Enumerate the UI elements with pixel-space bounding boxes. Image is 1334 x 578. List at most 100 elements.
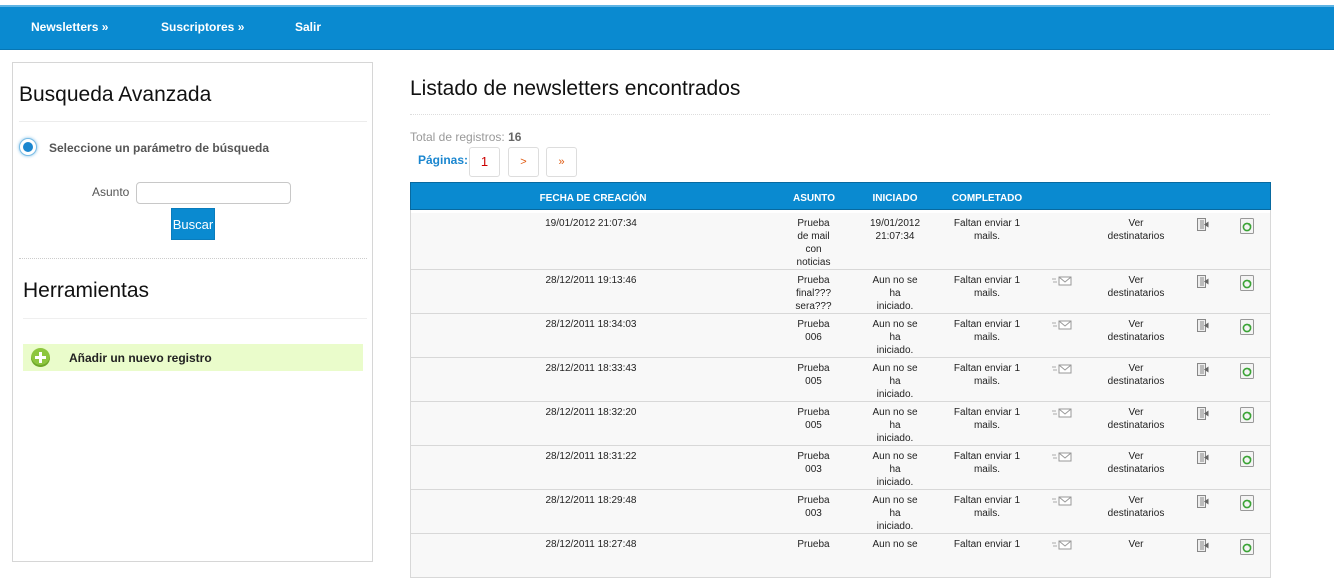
cell-asunto: Prueba 003 bbox=[786, 494, 841, 520]
sidebar: Busqueda Avanzada Seleccione un parámetr… bbox=[12, 62, 373, 562]
add-record-label: Añadir un nuevo registro bbox=[69, 351, 212, 365]
cell-iniciado-line: Aun no se bbox=[872, 319, 918, 330]
edit-exit-icon[interactable] bbox=[1197, 319, 1209, 332]
tools-title: Herramientas bbox=[23, 279, 150, 302]
cell-completado-line: mails. bbox=[973, 420, 1001, 431]
search-param-label: Seleccione un parámetro de búsqueda bbox=[49, 141, 270, 155]
cell-iniciado-line: iniciado. bbox=[876, 521, 914, 532]
mail-send-icon[interactable] bbox=[1051, 496, 1075, 508]
recycle-bin-icon[interactable] bbox=[1240, 495, 1254, 511]
ver-destinatarios-link-line: destinatarios bbox=[1107, 231, 1165, 242]
radio-selected-icon[interactable] bbox=[19, 138, 37, 156]
cell-completado-line: mails. bbox=[973, 508, 1001, 519]
table-body: 19/01/2012 21:07:34 Prueba de mail con notic… bbox=[410, 213, 1271, 578]
nav-suscriptores[interactable]: Suscriptores » bbox=[161, 20, 244, 34]
cell-asunto-line: Prueba bbox=[797, 363, 830, 374]
cell-asunto-line: 003 bbox=[805, 464, 822, 475]
cell-iniciado-line: iniciado. bbox=[876, 389, 914, 400]
cell-asunto-line: Prueba bbox=[797, 275, 830, 286]
nav-salir[interactable]: Salir bbox=[295, 20, 321, 34]
asunto-label: Asunto bbox=[92, 185, 130, 199]
cell-iniciado-line: Aun no se bbox=[872, 495, 918, 506]
cell-iniciado-line: iniciado. bbox=[876, 477, 914, 488]
cell-completado: Faltan enviar 1 mails. bbox=[946, 494, 1028, 520]
top-navbar: Newsletters » Suscriptores » Salir bbox=[0, 5, 1334, 50]
header-completado[interactable]: COMPLETADO bbox=[952, 193, 1022, 204]
mail-send-icon[interactable] bbox=[1051, 408, 1075, 420]
ver-destinatarios-link[interactable]: Ver destinatarios bbox=[1091, 406, 1181, 432]
page-next-button[interactable]: > bbox=[508, 147, 539, 177]
cell-fecha: 28/12/2011 18:33:43 bbox=[545, 363, 637, 374]
cell-completado-line: Faltan enviar 1 bbox=[953, 275, 1021, 286]
cell-iniciado-line: Aun no se bbox=[872, 451, 918, 462]
ver-destinatarios-link-line: Ver bbox=[1128, 407, 1144, 418]
edit-exit-icon[interactable] bbox=[1197, 275, 1209, 288]
cell-asunto: Prueba 005 bbox=[786, 406, 841, 432]
asunto-input[interactable] bbox=[136, 182, 291, 204]
header-iniciado[interactable]: INICIADO bbox=[873, 193, 918, 204]
recycle-bin-icon[interactable] bbox=[1240, 363, 1254, 379]
cell-iniciado: Aun no se ha iniciado. bbox=[863, 406, 927, 445]
ver-destinatarios-link[interactable]: Ver destinatarios bbox=[1091, 217, 1181, 243]
edit-exit-icon[interactable] bbox=[1197, 218, 1209, 231]
cell-asunto-line: noticias bbox=[796, 257, 831, 268]
table-row: 28/12/2011 18:29:48 Prueba 003 Aun no se ha i… bbox=[410, 490, 1271, 534]
mail-send-icon[interactable] bbox=[1051, 276, 1075, 288]
cell-completado-line: Faltan enviar 1 bbox=[953, 363, 1021, 374]
cell-completado-line: Faltan enviar 1 bbox=[953, 218, 1021, 229]
cell-asunto-line: Prueba bbox=[797, 407, 830, 418]
recycle-bin-icon[interactable] bbox=[1240, 218, 1254, 234]
recycle-bin-icon[interactable] bbox=[1240, 539, 1254, 555]
recycle-bin-icon[interactable] bbox=[1240, 451, 1254, 467]
mail-send-icon[interactable] bbox=[1051, 320, 1075, 332]
cell-fecha: 28/12/2011 18:31:22 bbox=[545, 451, 637, 462]
cell-iniciado: Aun no se ha iniciado. bbox=[863, 362, 927, 401]
table-row: 28/12/2011 19:13:46 Prueba final??? sera???… bbox=[410, 270, 1271, 314]
add-record-button[interactable]: Añadir un nuevo registro bbox=[23, 344, 363, 371]
ver-destinatarios-link[interactable]: Ver destinatarios bbox=[1091, 274, 1181, 300]
cell-completado-line: mails. bbox=[973, 464, 1001, 475]
mail-send-icon[interactable] bbox=[1051, 364, 1075, 376]
cell-iniciado-line: ha bbox=[889, 464, 901, 475]
edit-exit-icon[interactable] bbox=[1197, 539, 1209, 552]
cell-fecha: 28/12/2011 19:13:46 bbox=[545, 275, 637, 286]
ver-destinatarios-link[interactable]: Ver destinatarios bbox=[1091, 318, 1181, 344]
recycle-bin-icon[interactable] bbox=[1240, 319, 1254, 335]
ver-destinatarios-link-line: Ver bbox=[1128, 495, 1144, 506]
mail-send-icon[interactable] bbox=[1051, 452, 1075, 464]
cell-iniciado-line: 21:07:34 bbox=[875, 231, 915, 242]
header-asunto[interactable]: ASUNTO bbox=[793, 193, 835, 204]
ver-destinatarios-link[interactable]: Ver destinatarios bbox=[1091, 362, 1181, 388]
ver-destinatarios-link-line: destinatarios bbox=[1107, 420, 1165, 431]
cell-asunto-line: Prueba bbox=[797, 451, 830, 462]
table-header: FECHA DE CREACIÓN ASUNTO INICIADO COMPLE… bbox=[410, 182, 1271, 210]
edit-exit-icon[interactable] bbox=[1197, 407, 1209, 420]
page-1-button[interactable]: 1 bbox=[469, 147, 500, 177]
edit-exit-icon[interactable] bbox=[1197, 495, 1209, 508]
cell-iniciado: Aun no se ha iniciado. bbox=[863, 318, 927, 357]
ver-destinatarios-link-line: destinatarios bbox=[1107, 376, 1165, 387]
recycle-bin-icon[interactable] bbox=[1240, 275, 1254, 291]
nav-newsletters[interactable]: Newsletters » bbox=[31, 20, 108, 34]
page-last-button[interactable]: » bbox=[546, 147, 577, 177]
edit-exit-icon[interactable] bbox=[1197, 451, 1209, 464]
cell-iniciado-line: 19/01/2012 bbox=[869, 218, 921, 229]
header-fecha[interactable]: FECHA DE CREACIÓN bbox=[540, 193, 647, 204]
cell-completado: Faltan enviar 1 mails. bbox=[946, 450, 1028, 476]
pages-label: Páginas: bbox=[418, 153, 469, 167]
table-row: 28/12/2011 18:27:48 Prueba Aun no se Faltan… bbox=[410, 534, 1271, 578]
ver-destinatarios-link-line: destinatarios bbox=[1107, 508, 1165, 519]
ver-destinatarios-link-line: destinatarios bbox=[1107, 464, 1165, 475]
page-title: Listado de newsletters encontrados bbox=[410, 77, 741, 100]
edit-exit-icon[interactable] bbox=[1197, 363, 1209, 376]
recycle-bin-icon[interactable] bbox=[1240, 407, 1254, 423]
plus-circle-icon bbox=[31, 348, 50, 367]
cell-completado-line: mails. bbox=[973, 376, 1001, 387]
buscar-button[interactable]: Buscar bbox=[171, 208, 215, 240]
cell-iniciado: 19/01/2012 21:07:34 bbox=[863, 217, 927, 243]
ver-destinatarios-link[interactable]: Ver destinatarios bbox=[1091, 450, 1181, 476]
cell-completado-line: Faltan enviar 1 bbox=[953, 495, 1021, 506]
ver-destinatarios-link[interactable]: Ver destinatarios bbox=[1091, 494, 1181, 520]
cell-asunto: Prueba final??? sera??? bbox=[786, 274, 841, 313]
mail-send-icon[interactable] bbox=[1051, 540, 1075, 552]
